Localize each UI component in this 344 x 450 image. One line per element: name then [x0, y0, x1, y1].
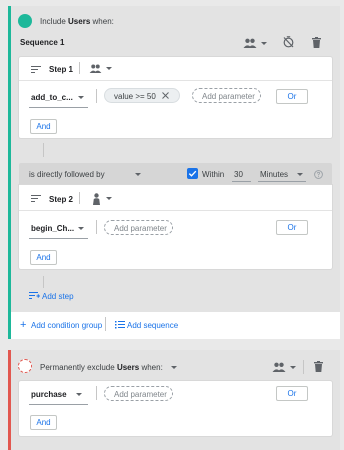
relation-select[interactable]: is directly followed by — [29, 170, 105, 180]
scope-dropdown-caret[interactable] — [261, 42, 267, 45]
add-step-link[interactable]: Add step — [42, 292, 74, 302]
list-icon[interactable] — [115, 321, 125, 329]
step2-header-sep — [79, 192, 80, 204]
exclude-event-select[interactable]: purchase — [31, 390, 67, 400]
within-value-underline — [232, 181, 251, 182]
exclude-event-caret[interactable] — [76, 393, 82, 396]
exclude-header-suffix: when: — [141, 363, 163, 372]
step1-header-divider — [19, 80, 332, 81]
exclude-mode-caret[interactable] — [171, 366, 177, 369]
close-icon[interactable] — [162, 92, 169, 99]
unit-caret[interactable] — [297, 173, 303, 176]
unit-underline — [258, 181, 306, 182]
delete-icon[interactable] — [312, 37, 321, 48]
and-button[interactable]: And — [30, 250, 57, 265]
include-header-suffix: when: — [92, 17, 114, 26]
step1-event-select[interactable]: add_to_c... — [31, 93, 73, 103]
within-label: Within — [202, 170, 225, 179]
exclude-row-sep — [96, 386, 97, 400]
delete-icon[interactable] — [314, 361, 323, 372]
step1-scope-caret[interactable] — [106, 67, 112, 70]
step2-label: Step 2 — [49, 195, 74, 204]
step1-header-sep — [79, 62, 80, 74]
include-header-prefix: Include — [40, 17, 66, 26]
include-status-icon — [18, 14, 32, 28]
add-step-icon[interactable] — [29, 292, 40, 300]
or-button[interactable]: Or — [276, 220, 308, 235]
add-step-connector — [43, 276, 44, 288]
add-sequence-link[interactable]: Add sequence — [127, 321, 178, 331]
unit-select[interactable]: Minutes — [260, 170, 288, 180]
exclude-event-underline — [29, 404, 88, 405]
step2-event-select[interactable]: begin_Ch... — [31, 224, 74, 234]
step1-row-sep — [96, 89, 97, 103]
relation-caret[interactable] — [135, 173, 141, 176]
include-header-users: Users — [68, 17, 91, 26]
or-button[interactable]: Or — [276, 89, 308, 104]
add-parameter-label: Add parameter — [114, 390, 167, 399]
step2-scope-caret[interactable] — [106, 197, 112, 200]
footer-sep — [105, 317, 106, 331]
add-condition-group-link[interactable]: Add condition group — [31, 321, 102, 331]
add-condition-group-plus[interactable]: + — [20, 320, 26, 331]
add-parameter-label: Add parameter — [202, 92, 255, 101]
exclude-accent-bar — [8, 350, 11, 450]
sort-icon — [31, 66, 41, 73]
step2-row-sep — [96, 220, 97, 234]
step-connector — [43, 143, 44, 157]
person-icon[interactable] — [92, 193, 101, 205]
add-parameter-label: Add parameter — [114, 224, 167, 233]
help-icon[interactable] — [314, 170, 323, 179]
exclude-header-prefix: Permanently exclude — [40, 363, 115, 372]
people-scope-icon[interactable] — [243, 38, 257, 48]
or-button[interactable]: Or — [276, 386, 308, 401]
condition-chip-label: value >= 50 — [114, 92, 156, 101]
step1-event-caret[interactable] — [78, 96, 84, 99]
people-scope-icon[interactable] — [89, 64, 102, 73]
within-value-input[interactable]: 30 — [234, 170, 243, 180]
people-scope-icon[interactable] — [272, 362, 286, 372]
and-button[interactable]: And — [30, 415, 57, 430]
include-header: Include Users when: — [40, 17, 114, 27]
sequence-title: Sequence 1 — [20, 38, 65, 47]
and-button[interactable]: And — [30, 119, 57, 134]
sort-icon — [31, 195, 41, 202]
step2-event-underline — [29, 238, 88, 239]
exclude-header-users: Users — [116, 363, 140, 372]
step2-header-divider — [19, 210, 332, 211]
exclude-status-icon — [18, 359, 32, 373]
timer-off-icon[interactable] — [283, 36, 294, 48]
step1-event-underline — [29, 107, 88, 108]
exclude-header-sep — [303, 360, 304, 374]
exclude-header: Permanently exclude Users when: — [40, 363, 163, 373]
within-checkbox[interactable] — [187, 168, 198, 179]
step1-label: Step 1 — [49, 65, 74, 74]
exclude-scope-caret[interactable] — [290, 366, 296, 369]
step2-event-caret[interactable] — [78, 227, 84, 230]
